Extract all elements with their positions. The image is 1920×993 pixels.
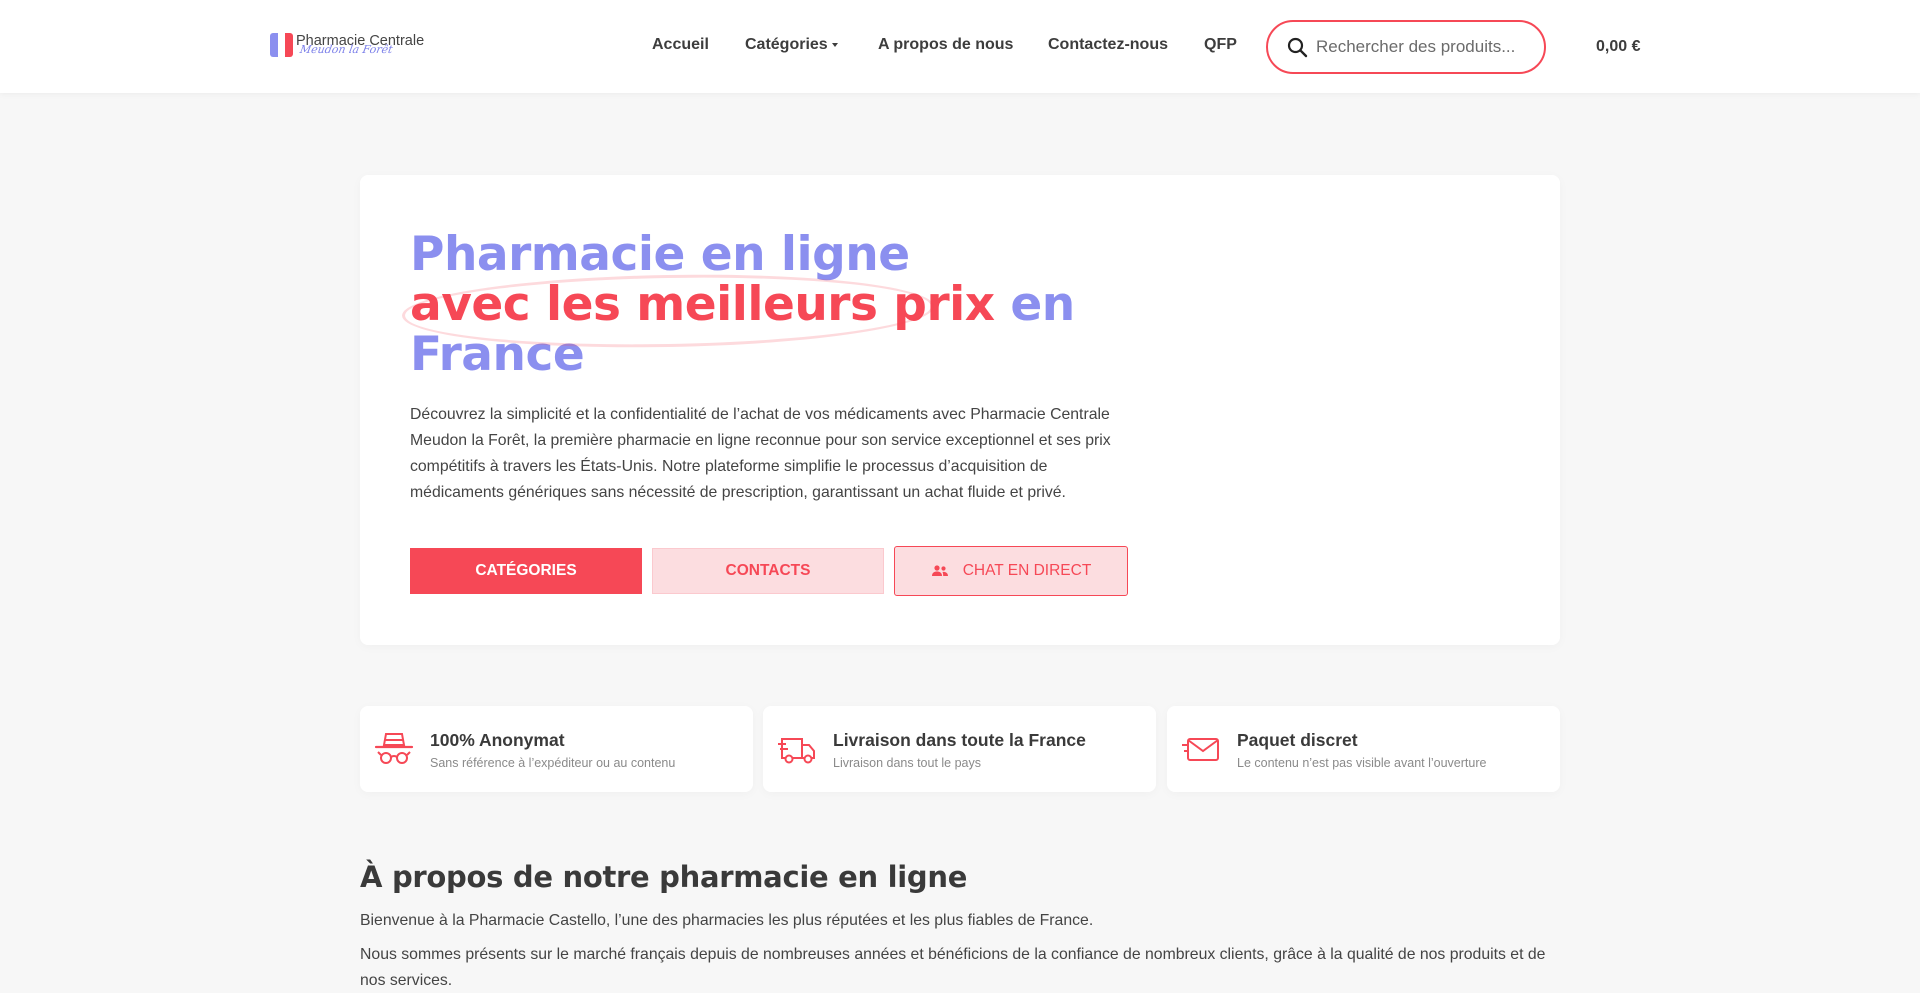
envelope-icon <box>1182 738 1219 761</box>
logo-subtitle: Meudon la Forêt <box>298 43 394 56</box>
feature-title: Paquet discret <box>1237 730 1358 750</box>
about-title: À propos de notre pharmacie en ligne <box>360 860 968 894</box>
about-paragraph: Bienvenue à la Pharmacie Castello, l’une… <box>360 912 1094 929</box>
incognito-icon <box>374 733 414 764</box>
logo-text: Pharmacie Centrale Meudon la Forêt <box>296 33 424 56</box>
nav-item-contact[interactable]: Contactez-nous <box>1048 36 1168 54</box>
users-icon <box>931 565 948 576</box>
caret-down-icon <box>831 42 838 47</box>
hero-title-after: en <box>994 277 1075 332</box>
hero-card: Pharmacie en ligne avec les meilleurs pr… <box>360 175 1560 645</box>
feature-delivery: Livraison dans toute la France Livraison… <box>763 706 1156 792</box>
feature-subtitle: Le contenu n’est pas visible avant l’ouv… <box>1237 756 1487 770</box>
hero-description: Découvrez la simplicité et la confidenti… <box>410 406 1111 501</box>
site-header: Pharmacie Centrale Meudon la Forêt Accue… <box>0 0 1920 93</box>
hero-title-highlight: avec les meilleurs prix <box>410 277 995 332</box>
french-flag-icon <box>270 33 293 57</box>
logo[interactable]: Pharmacie Centrale Meudon la Forêt <box>270 33 424 59</box>
categories-button[interactable]: CATÉGORIES <box>410 548 642 594</box>
search-box <box>1266 20 1546 74</box>
hero-title: Pharmacie en ligne avec les meilleurs pr… <box>410 230 1210 380</box>
about-paragraph: Nous sommes présents sur le marché franç… <box>360 946 1546 989</box>
search-icon[interactable] <box>1286 36 1310 60</box>
hero-title-line1: Pharmacie en ligne <box>410 227 910 282</box>
nav-item-categories[interactable]: Catégories <box>745 36 838 54</box>
search-input[interactable] <box>1316 32 1536 62</box>
delivery-truck-icon <box>778 738 815 764</box>
hero-title-line3: France <box>410 327 585 382</box>
cart-total[interactable]: 0,00 € <box>1596 38 1640 56</box>
feature-subtitle: Sans référence à l’expéditeur ou au cont… <box>430 756 676 770</box>
live-chat-label: CHAT EN DIRECT <box>962 562 1092 579</box>
feature-title: 100% Anonymat <box>430 730 565 750</box>
live-chat-button[interactable]: CHAT EN DIRECT <box>894 546 1128 596</box>
contacts-button[interactable]: CONTACTS <box>652 548 884 594</box>
feature-subtitle: Livraison dans tout le pays <box>833 756 982 770</box>
nav-item-accueil[interactable]: Accueil <box>652 36 709 54</box>
feature-anonymity: 100% Anonymat Sans référence à l’expédit… <box>360 706 753 792</box>
feature-title: Livraison dans toute la France <box>833 730 1086 750</box>
nav-item-about[interactable]: A propos de nous <box>878 36 1013 54</box>
feature-discreet-package: Paquet discret Le contenu n’est pas visi… <box>1167 706 1560 792</box>
nav-item-faq[interactable]: QFP <box>1204 36 1237 54</box>
nav-item-categories-label: Catégories <box>745 36 828 53</box>
